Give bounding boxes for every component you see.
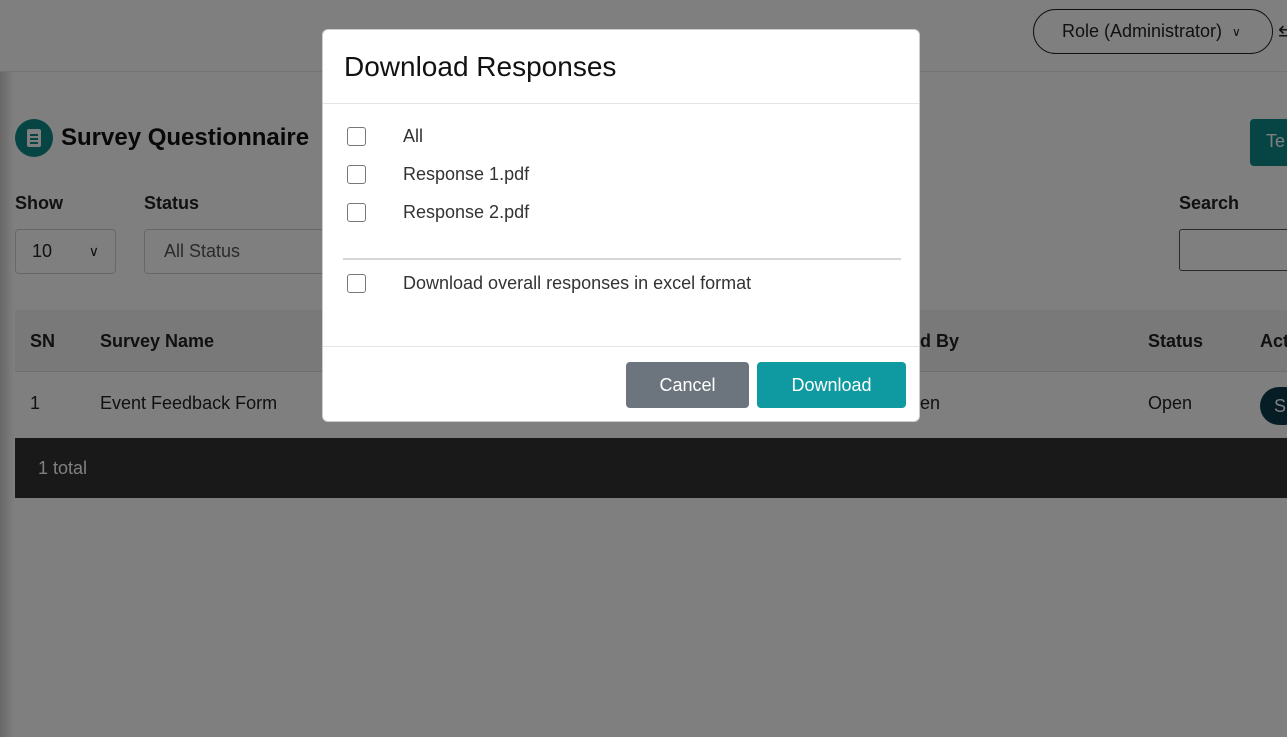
- option-all-label: All: [403, 126, 424, 146]
- checkbox-response-2[interactable]: [347, 203, 366, 222]
- option-excel[interactable]: Download overall responses in excel form…: [347, 273, 751, 293]
- option-excel-label: Download overall responses in excel form…: [403, 273, 752, 293]
- checkbox-response-1[interactable]: [347, 165, 366, 184]
- modal-footer: Cancel Download: [323, 346, 919, 422]
- checkbox-excel[interactable]: [347, 274, 366, 293]
- cancel-button[interactable]: Cancel: [626, 362, 749, 408]
- option-all[interactable]: All: [347, 126, 423, 146]
- checkbox-all[interactable]: [347, 127, 366, 146]
- option-response-1-label: Response 1.pdf: [403, 164, 530, 184]
- modal-title: Download Responses: [344, 51, 617, 82]
- option-response-2[interactable]: Response 2.pdf: [347, 202, 529, 222]
- modal-header: Download Responses: [323, 30, 919, 104]
- download-button[interactable]: Download: [757, 362, 906, 408]
- option-response-1[interactable]: Response 1.pdf: [347, 164, 529, 184]
- option-response-2-label: Response 2.pdf: [403, 202, 530, 222]
- divider: [343, 258, 901, 260]
- download-responses-dialog: Download Responses All Response 1.pdf Re…: [322, 29, 920, 422]
